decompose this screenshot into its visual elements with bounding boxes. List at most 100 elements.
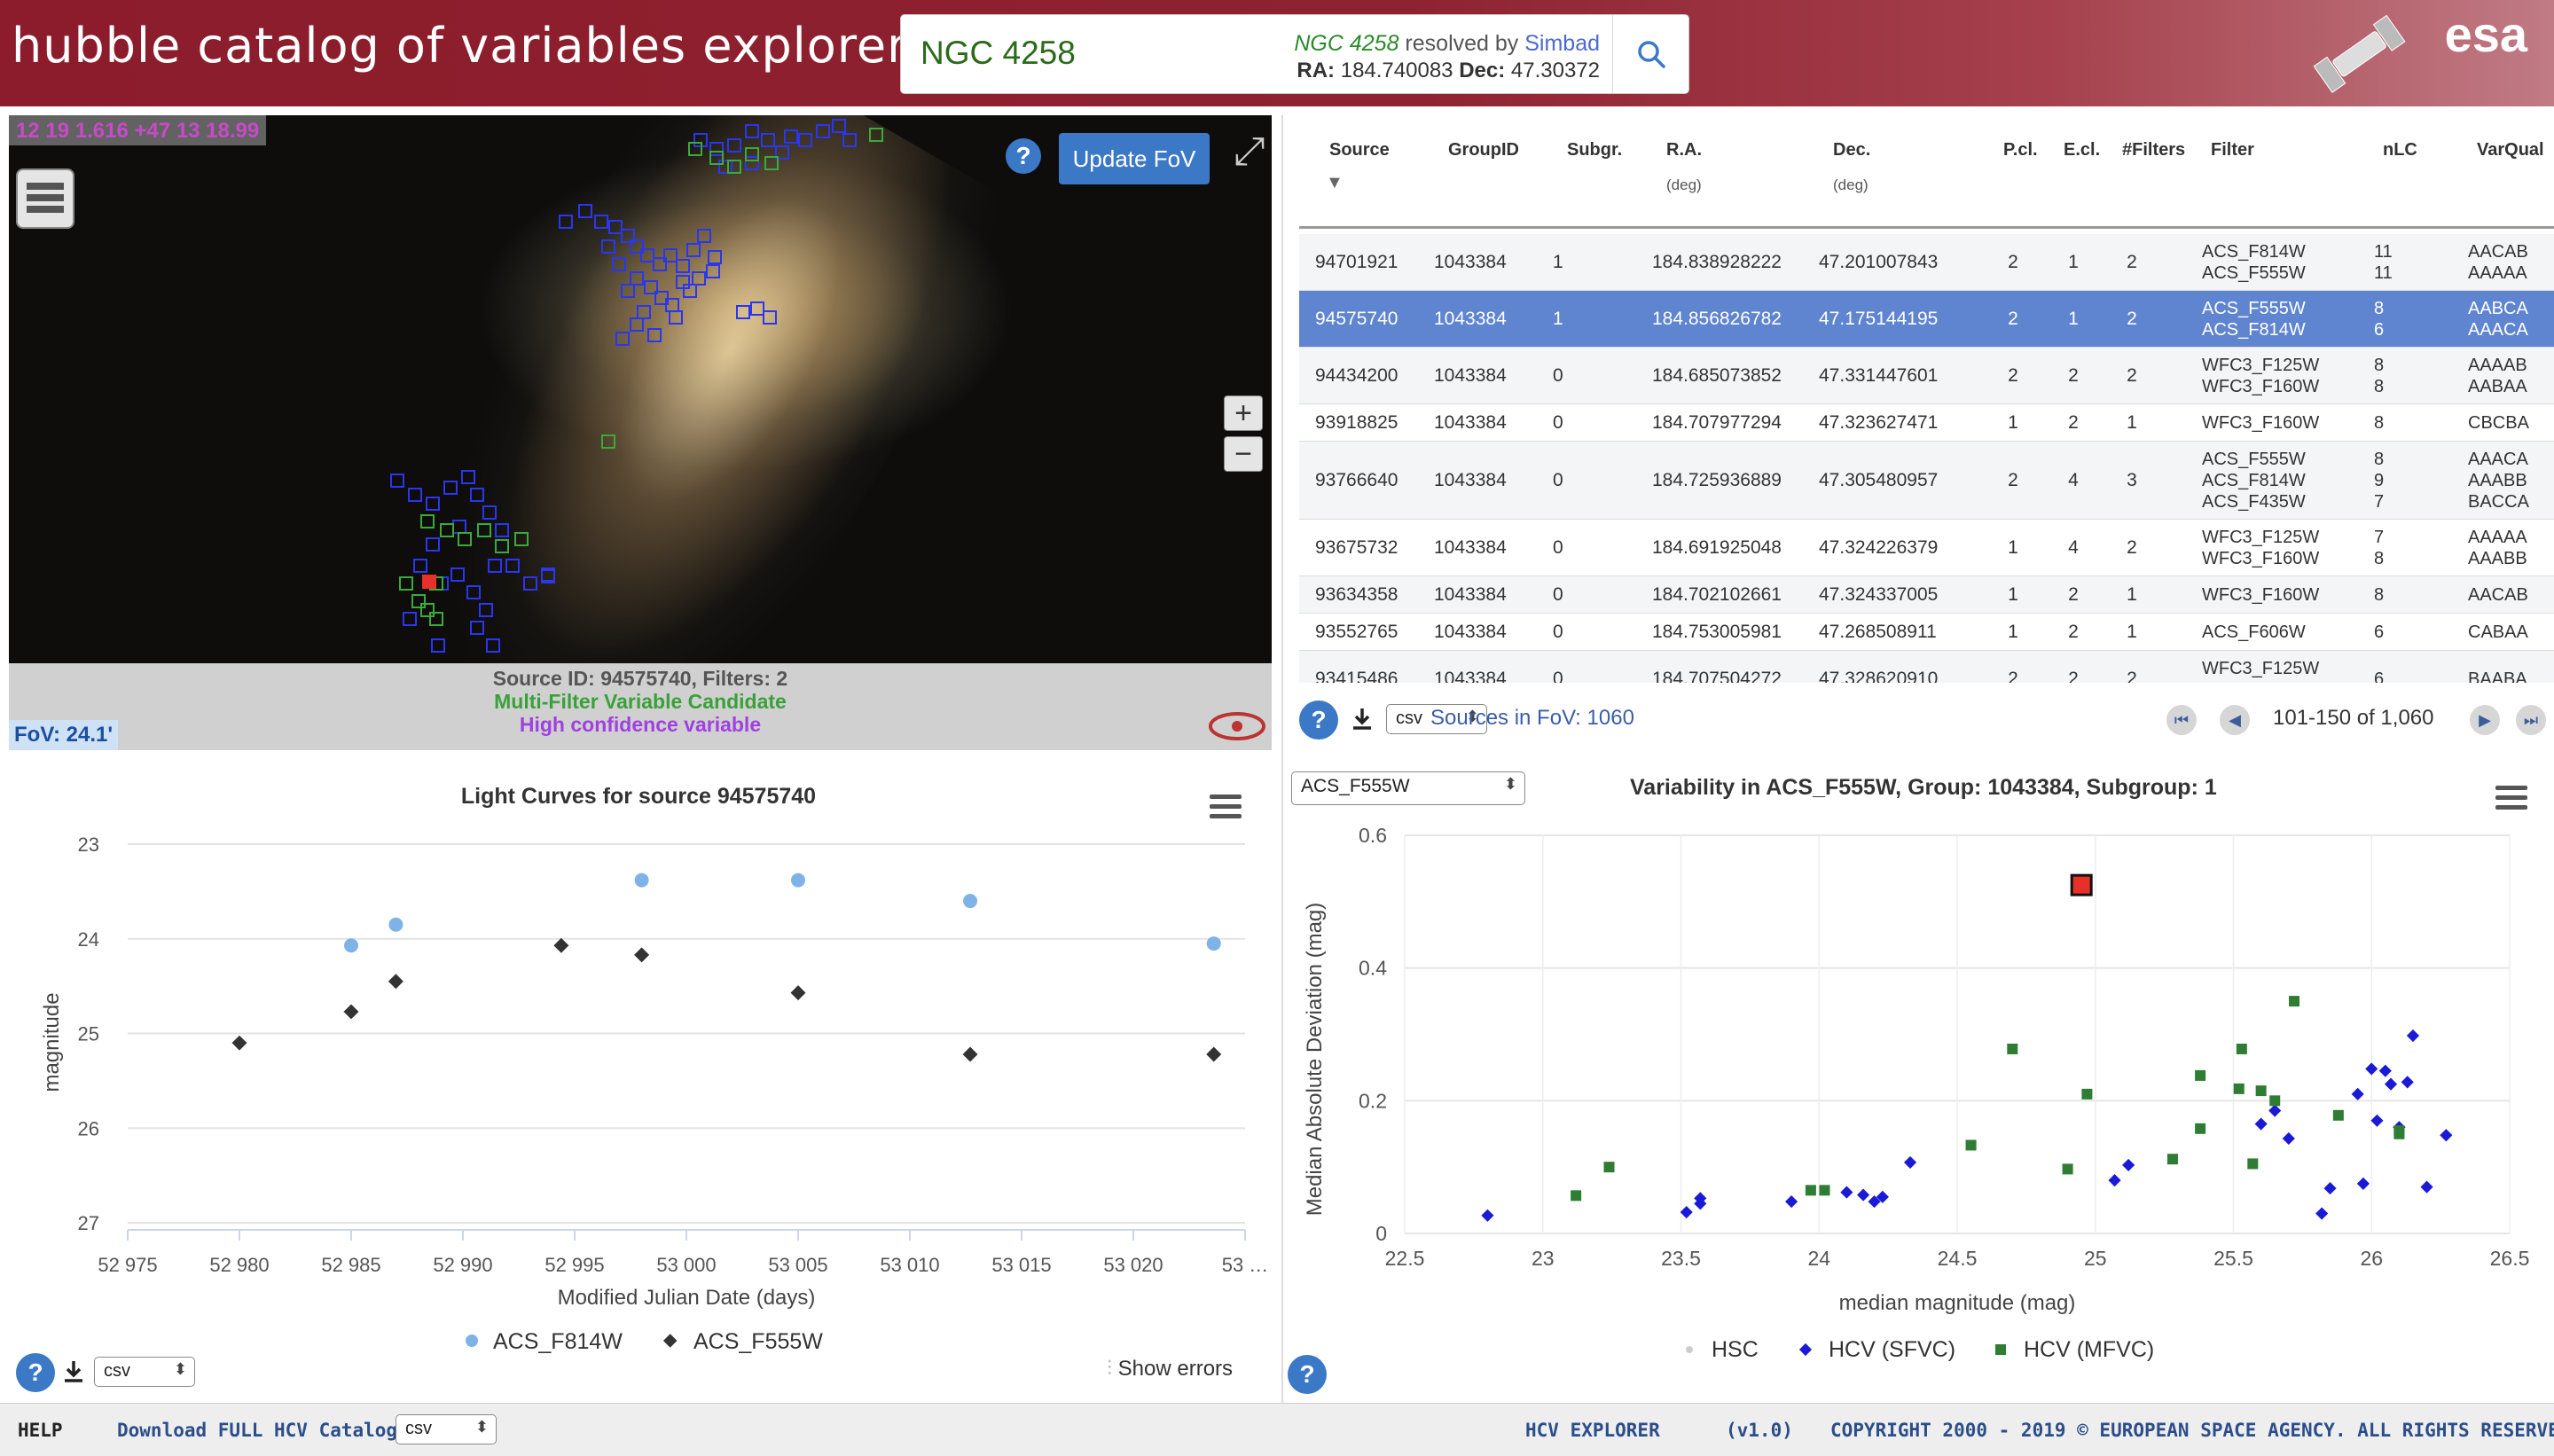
column-header[interactable]: VarQual [2477, 140, 2544, 176]
source-marker[interactable] [676, 259, 690, 273]
source-marker[interactable] [495, 539, 509, 553]
source-marker[interactable] [408, 488, 422, 502]
selected-source-marker[interactable] [422, 575, 436, 589]
source-marker[interactable] [578, 204, 592, 218]
source-marker[interactable] [763, 310, 777, 325]
table-row[interactable]: 93766640 1043384 0 184.725936889 47.30548095… [1299, 442, 2554, 520]
source-marker[interactable] [647, 328, 662, 342]
column-header[interactable]: R.A. (deg) [1666, 140, 1702, 194]
source-marker[interactable] [479, 603, 493, 617]
column-header[interactable]: #Filters [2122, 140, 2185, 176]
lc-help-icon[interactable]: ? [16, 1353, 55, 1392]
source-marker[interactable] [764, 156, 779, 170]
source-marker[interactable] [761, 133, 775, 147]
table-row[interactable]: 93552765 1043384 0 184.753005981 47.26850891… [1299, 614, 2554, 651]
source-marker[interactable] [420, 514, 435, 528]
source-marker[interactable] [461, 470, 475, 484]
variability-chart[interactable]: 0 0.2 0.4 0.6 22.5 23 23.5 24 24.5 25 25.5 26 26.5 me… [1286, 763, 2554, 1401]
help-link[interactable]: HELP [18, 1420, 63, 1441]
table-row[interactable]: 93675732 1043384 0 184.691925048 47.32422637… [1299, 520, 2554, 576]
source-marker[interactable] [601, 239, 615, 254]
target-search[interactable]: NGC 4258 NGC 4258 resolved by Simbad RA:… [900, 14, 1689, 94]
source-marker[interactable] [399, 576, 413, 591]
sky-help-icon[interactable]: ? [1006, 138, 1041, 174]
source-marker[interactable] [745, 147, 759, 161]
source-marker[interactable] [429, 612, 443, 626]
first-page-button[interactable]: ⏮ [2166, 705, 2197, 735]
source-marker[interactable] [523, 576, 537, 591]
source-marker[interactable] [488, 559, 502, 573]
prev-page-button[interactable]: ◀ [2220, 705, 2250, 735]
source-marker[interactable] [683, 284, 697, 298]
zoom-in-button[interactable]: + [1224, 395, 1263, 431]
source-marker[interactable] [669, 310, 683, 325]
column-header[interactable]: Filter [2211, 140, 2254, 176]
sources-table[interactable]: ▼ Source GroupID Subgr. R.A. (deg) Dec. (deg) P… [1299, 124, 2554, 683]
source-marker[interactable] [745, 124, 759, 138]
source-marker[interactable] [403, 612, 417, 626]
show-errors-toggle[interactable]: ⫶ Show errors [1107, 1357, 1233, 1382]
source-marker[interactable] [630, 317, 644, 332]
table-help-icon[interactable]: ? [1299, 701, 1338, 740]
source-marker[interactable] [727, 138, 741, 153]
last-page-button[interactable]: ⏭ [2516, 705, 2546, 735]
source-marker[interactable] [709, 151, 724, 165]
source-marker[interactable] [514, 532, 529, 546]
column-header[interactable]: Source [1329, 140, 1390, 176]
table-row[interactable]: 94434200 1043384 0 184.685073852 47.33144760… [1299, 348, 2554, 404]
source-marker[interactable] [541, 569, 555, 583]
source-marker[interactable] [869, 128, 883, 142]
source-marker[interactable] [443, 481, 458, 495]
sky-view[interactable]: 12 19 1.616 +47 13 18.99 ? Update FoV ⤢ … [9, 115, 1272, 750]
download-icon[interactable] [1349, 706, 1375, 732]
source-marker[interactable] [727, 160, 741, 174]
table-row[interactable]: 93918825 1043384 0 184.707977294 47.32362747… [1299, 404, 2554, 442]
resolver-link[interactable]: Simbad [1524, 31, 1600, 56]
source-marker[interactable] [697, 229, 711, 243]
source-marker[interactable] [470, 488, 484, 502]
source-marker[interactable] [615, 332, 630, 346]
source-marker[interactable] [426, 497, 440, 511]
esa-sky-icon[interactable] [1206, 704, 1268, 748]
source-marker[interactable] [431, 638, 445, 653]
source-marker[interactable] [440, 523, 454, 537]
source-marker[interactable] [495, 523, 509, 537]
source-marker[interactable] [708, 250, 722, 264]
source-marker[interactable] [413, 559, 427, 573]
source-marker[interactable] [601, 434, 615, 449]
source-marker[interactable] [736, 305, 750, 319]
column-header[interactable]: Subgr. [1567, 140, 1622, 176]
source-marker[interactable] [477, 523, 491, 537]
source-marker[interactable] [426, 537, 440, 552]
zoom-out-button[interactable]: − [1224, 436, 1263, 472]
search-input[interactable]: NGC 4258 [921, 35, 1076, 72]
column-header[interactable]: GroupID [1448, 140, 1519, 176]
source-marker[interactable] [784, 129, 798, 144]
column-header[interactable]: E.cl. [2064, 140, 2100, 176]
download-catalog-link[interactable]: Download FULL HCV Catalog [117, 1420, 397, 1441]
var-help-icon[interactable]: ? [1288, 1355, 1327, 1394]
light-curve-chart[interactable]: 23 24 25 26 27 52 975 52 980 52 985 52 990 52 995… [0, 763, 1277, 1401]
expand-icon[interactable]: ⤢ [1229, 131, 1270, 172]
source-marker[interactable] [486, 638, 500, 653]
column-header[interactable]: P.cl. [2003, 140, 2038, 176]
source-marker[interactable] [450, 568, 465, 582]
source-marker[interactable] [594, 215, 608, 229]
source-marker[interactable] [470, 621, 484, 635]
source-marker[interactable] [458, 532, 472, 546]
source-marker[interactable] [466, 585, 481, 599]
source-marker[interactable] [612, 257, 626, 271]
table-row[interactable]: 93415486 1043384 0 184.707504272 47.32862091… [1299, 651, 2554, 683]
table-row[interactable]: 94575740 1043384 1 184.856826782 47.17514419… [1299, 291, 2554, 348]
table-row[interactable]: 94701921 1043384 1 184.838928222 47.20100784… [1299, 234, 2554, 291]
lc-download-icon[interactable] [60, 1358, 87, 1385]
source-marker[interactable] [706, 264, 720, 278]
source-marker[interactable] [390, 474, 404, 488]
source-marker[interactable] [621, 284, 635, 298]
column-header[interactable]: nLC [2383, 140, 2417, 176]
column-header[interactable]: Dec. (deg) [1833, 140, 1870, 194]
source-marker[interactable] [832, 119, 846, 133]
source-marker[interactable] [842, 133, 857, 147]
source-marker[interactable] [505, 559, 520, 573]
layers-button[interactable] [16, 168, 74, 229]
